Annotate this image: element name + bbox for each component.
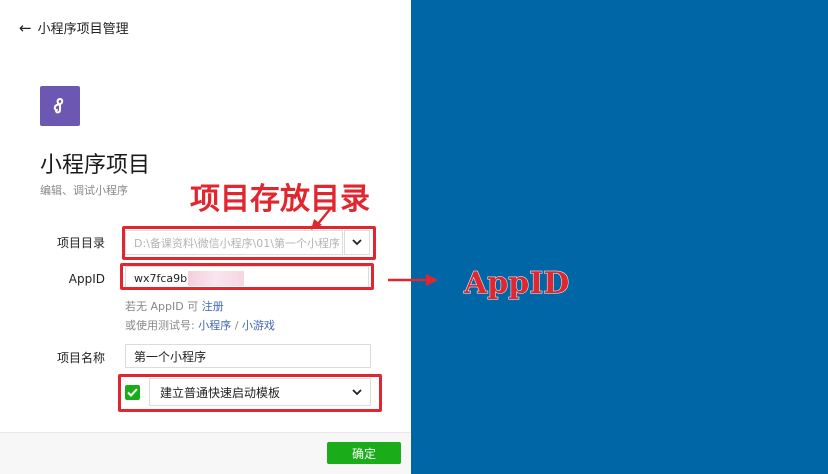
test-account-hint: 或使用测试号: 小程序 / 小游戏 [125, 317, 275, 333]
project-name-input[interactable]: 第一个小程序 [125, 344, 371, 368]
register-hint: 若无 AppID 可 注册 [125, 298, 224, 314]
dir-label: 项目目录 [56, 236, 105, 250]
appid-label: AppID [68, 272, 105, 286]
page-subtitle: 编辑、调试小程序 [40, 184, 128, 197]
dir-highlight-box [122, 226, 376, 260]
confirm-button[interactable]: 确定 [327, 442, 401, 464]
register-hint-text: 若无 AppID 可 [125, 300, 202, 313]
dir-annotation-arrow [311, 207, 332, 230]
back-label: 小程序项目管理 [37, 22, 129, 37]
mini-program-icon [40, 86, 80, 126]
page-title: 小程序项目 [40, 153, 151, 178]
arrow-left-icon: ← [19, 18, 32, 37]
register-link[interactable]: 注册 [202, 300, 224, 313]
template-highlight-box [118, 374, 382, 412]
appid-highlight-box [120, 263, 374, 290]
appid-annotation: AppID [463, 266, 570, 302]
dir-annotation: 项目存放目录 [190, 182, 371, 218]
test-account-text: 或使用测试号: [125, 319, 199, 332]
back-button[interactable]: ← 小程序项目管理 [19, 18, 129, 38]
test-mini-program-link[interactable]: 小程序 [198, 319, 231, 332]
name-label: 项目名称 [56, 351, 105, 365]
appid-annotation-arrow [388, 274, 438, 286]
test-mini-game-link[interactable]: 小游戏 [242, 319, 275, 332]
link-separator: / [231, 319, 242, 332]
